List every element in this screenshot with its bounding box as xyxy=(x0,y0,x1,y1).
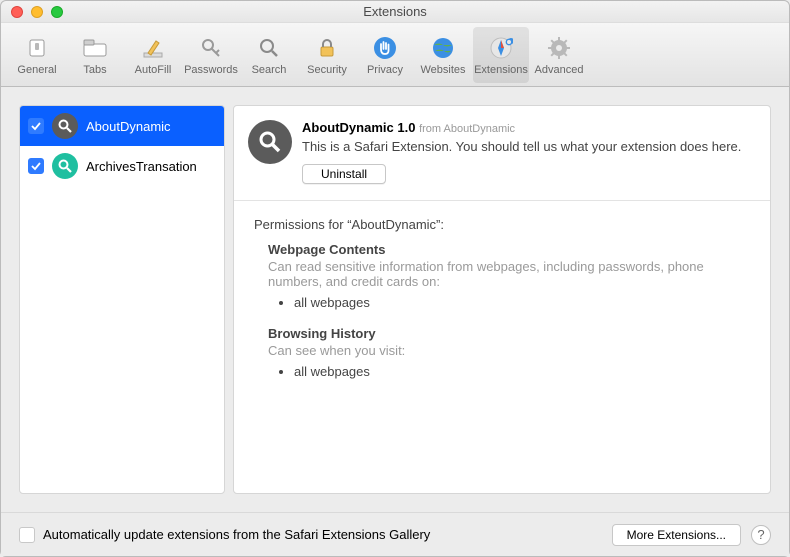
footer: Automatically update extensions from the… xyxy=(1,512,789,556)
auto-update-checkbox[interactable] xyxy=(19,527,35,543)
tab-label: AutoFill xyxy=(135,64,172,76)
detail-header: AboutDynamic 1.0 from AboutDynamic This … xyxy=(234,106,770,201)
more-extensions-button[interactable]: More Extensions... xyxy=(612,524,741,546)
tab-label: Privacy xyxy=(367,64,403,76)
titlebar: Extensions xyxy=(1,1,789,23)
content-area: AboutDynamic ArchivesTransation AboutDyn… xyxy=(1,87,789,512)
extension-detail: AboutDynamic 1.0 from AboutDynamic This … xyxy=(233,105,771,494)
magnifier-icon xyxy=(52,113,78,139)
permissions-heading: Permissions for “AboutDynamic”: xyxy=(254,217,750,232)
detail-description: This is a Safari Extension. You should t… xyxy=(302,139,752,154)
tab-search[interactable]: Search xyxy=(241,27,297,83)
tab-label: Security xyxy=(307,64,347,76)
hand-icon xyxy=(371,34,399,62)
tab-general[interactable]: General xyxy=(9,27,65,83)
permission-title: Browsing History xyxy=(268,326,750,341)
tab-label: General xyxy=(17,64,56,76)
globe-icon xyxy=(429,34,457,62)
permission-title: Webpage Contents xyxy=(268,242,750,257)
extension-name: AboutDynamic xyxy=(86,119,171,134)
detail-title: AboutDynamic 1.0 from AboutDynamic xyxy=(302,120,752,135)
pencil-icon xyxy=(139,34,167,62)
tab-label: Passwords xyxy=(184,64,238,76)
uninstall-button[interactable]: Uninstall xyxy=(302,164,386,184)
tab-security[interactable]: Security xyxy=(299,27,355,83)
window: Extensions General Tabs AutoFill Passwor… xyxy=(0,0,790,557)
tab-tabs[interactable]: Tabs xyxy=(67,27,123,83)
tab-extensions[interactable]: Extensions xyxy=(473,27,529,83)
tab-passwords[interactable]: Passwords xyxy=(183,27,239,83)
tab-label: Advanced xyxy=(535,64,584,76)
tab-websites[interactable]: Websites xyxy=(415,27,471,83)
permission-subtitle: Can read sensitive information from webp… xyxy=(268,259,750,289)
tab-label: Search xyxy=(252,64,287,76)
gear-icon xyxy=(545,34,573,62)
extension-name: ArchivesTransation xyxy=(86,159,197,174)
tab-label: Tabs xyxy=(83,64,106,76)
help-button[interactable]: ? xyxy=(751,525,771,545)
enable-checkbox[interactable] xyxy=(28,158,44,174)
lock-icon xyxy=(313,34,341,62)
tab-label: Extensions xyxy=(474,64,528,76)
extension-row[interactable]: ArchivesTransation xyxy=(20,146,224,186)
tab-label: Websites xyxy=(420,64,465,76)
window-title: Extensions xyxy=(1,4,789,19)
tabs-icon xyxy=(81,34,109,62)
enable-checkbox[interactable] xyxy=(28,118,44,134)
compass-icon xyxy=(487,34,515,62)
extensions-list: AboutDynamic ArchivesTransation xyxy=(19,105,225,494)
switch-icon xyxy=(23,34,51,62)
key-icon xyxy=(197,34,225,62)
search-icon xyxy=(255,34,283,62)
magnifier-icon xyxy=(248,120,292,164)
tab-privacy[interactable]: Privacy xyxy=(357,27,413,83)
permissions-section: Permissions for “AboutDynamic”: Webpage … xyxy=(234,201,770,411)
magnifier-icon xyxy=(52,153,78,179)
preferences-toolbar: General Tabs AutoFill Passwords Search S… xyxy=(1,23,789,87)
tab-advanced[interactable]: Advanced xyxy=(531,27,587,83)
extension-row[interactable]: AboutDynamic xyxy=(20,106,224,146)
permission-item: all webpages xyxy=(294,362,750,381)
permission-item: all webpages xyxy=(294,293,750,312)
auto-update-label: Automatically update extensions from the… xyxy=(43,527,430,542)
permission-subtitle: Can see when you visit: xyxy=(268,343,750,358)
tab-autofill[interactable]: AutoFill xyxy=(125,27,181,83)
